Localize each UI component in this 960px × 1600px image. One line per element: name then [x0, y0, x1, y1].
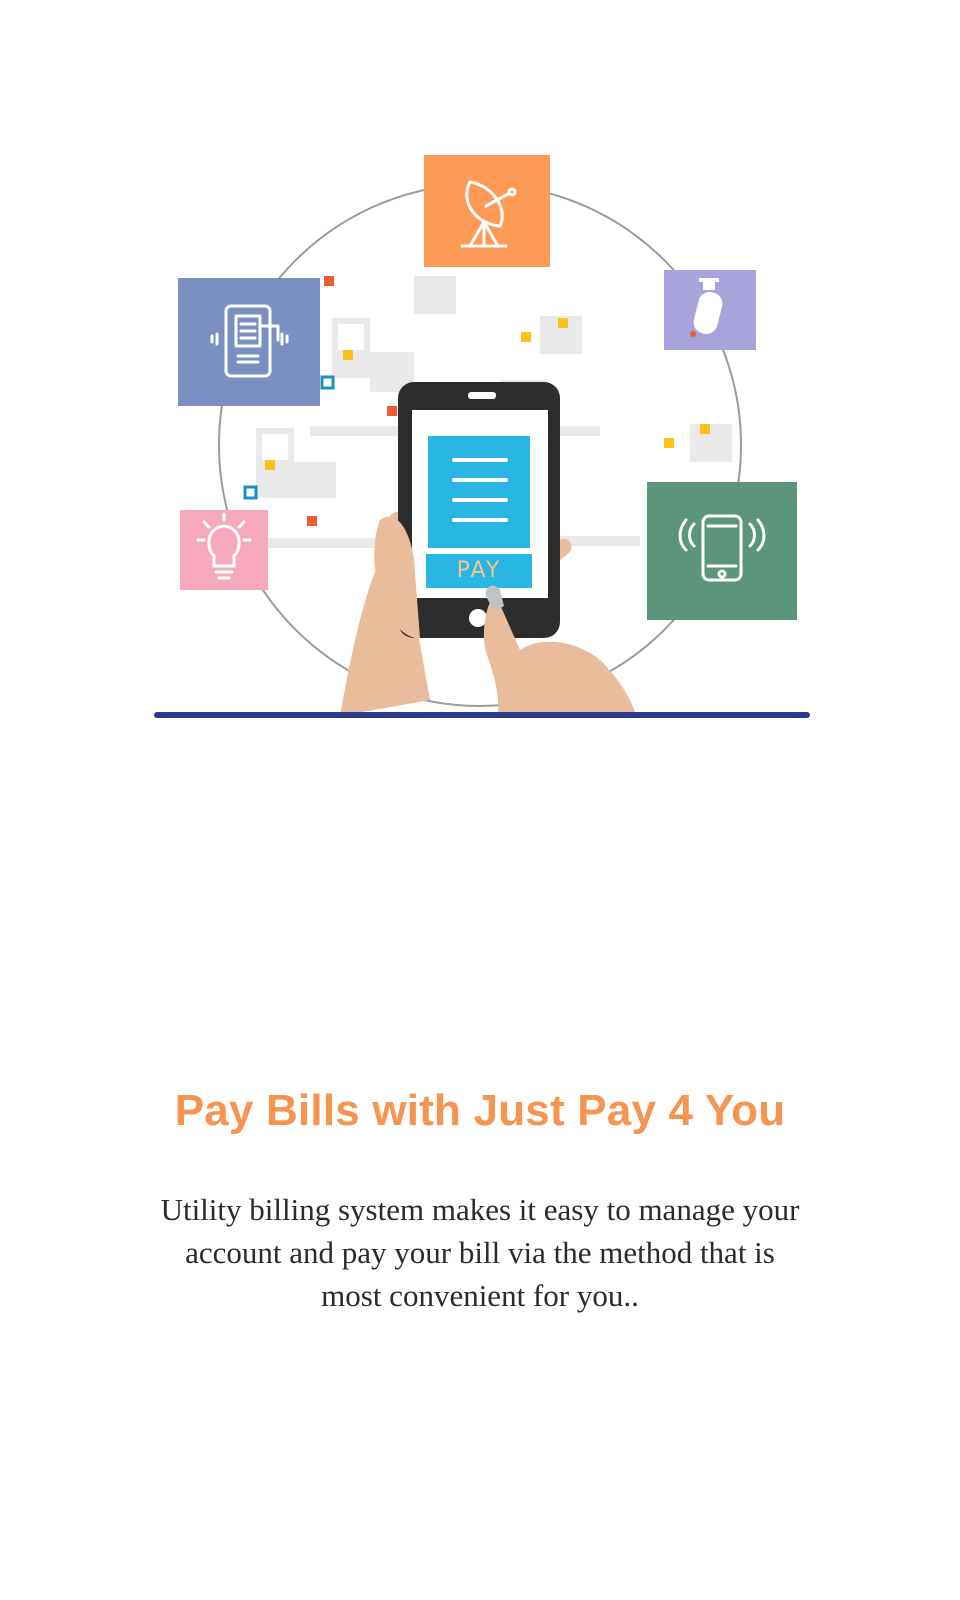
bill-tile [178, 278, 320, 406]
bulb-tile [180, 510, 268, 590]
gas-tile [664, 270, 756, 350]
ground-line [154, 712, 810, 718]
onboarding-illustration: PAY [0, 0, 960, 740]
onboarding-title: Pay Bills with Just Pay 4 You [174, 1086, 786, 1135]
phone-tile [647, 482, 797, 620]
pay-button-label: PAY [456, 558, 502, 583]
satellite-tile [424, 155, 550, 267]
onboarding-description: Utility billing system makes it easy to … [160, 1192, 800, 1313]
pay-screen [428, 436, 530, 548]
